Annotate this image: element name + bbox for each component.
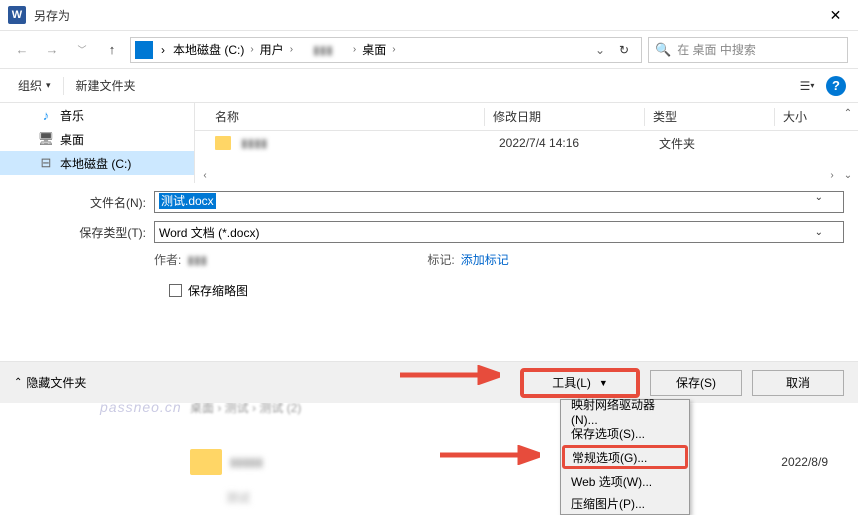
file-type: 文件夹 bbox=[651, 135, 781, 152]
main-area: ♪ 音乐 🖥 桌面 ⊟ 本地磁盘 (C:) ⌃ 名称 修改日期 类型 大小 ▮▮… bbox=[0, 103, 858, 183]
scroll-right-arrow[interactable]: › bbox=[824, 167, 840, 183]
footer: ⌃ 隐藏文件夹 工具(L) ▼ 保存(S) 取消 bbox=[0, 361, 858, 403]
chevron-down-icon: ▼ bbox=[599, 378, 608, 388]
dropdown-item-web-options[interactable]: Web 选项(W)... bbox=[561, 470, 689, 492]
file-name-redacted: ▮▮▮▮ bbox=[237, 136, 491, 150]
scroll-down-arrow[interactable]: ⌄ bbox=[840, 167, 856, 183]
column-name[interactable]: 名称 bbox=[195, 108, 485, 126]
tag-label: 标记: bbox=[427, 251, 454, 268]
add-tag-link[interactable]: 添加标记 bbox=[461, 251, 509, 268]
sidebar-item-label: 音乐 bbox=[60, 107, 84, 124]
titlebar: W 另存为 ✕ bbox=[0, 0, 858, 31]
organize-button[interactable]: 组织▾ bbox=[12, 73, 57, 98]
file-list: ⌃ 名称 修改日期 类型 大小 ▮▮▮▮ 2022/7/4 14:16 文件夹 … bbox=[195, 103, 858, 183]
sidebar-item-local-disk[interactable]: ⊟ 本地磁盘 (C:) bbox=[0, 151, 194, 175]
breadcrumb-sep: › bbox=[248, 44, 255, 55]
breadcrumb-sep: › bbox=[351, 44, 358, 55]
dropdown-item-map-network-drive[interactable]: 映射网络驱动器(N)... bbox=[561, 400, 689, 422]
filetype-select[interactable]: Word 文档 (*.docx) ⌄ bbox=[154, 221, 844, 243]
disk-icon bbox=[135, 41, 153, 59]
sidebar-item-music[interactable]: ♪ 音乐 bbox=[0, 103, 194, 127]
hide-folders-label: 隐藏文件夹 bbox=[26, 374, 86, 391]
column-type[interactable]: 类型 bbox=[645, 108, 775, 126]
word-app-icon: W bbox=[8, 6, 26, 24]
file-list-header: 名称 修改日期 类型 大小 bbox=[195, 103, 858, 131]
author-value-redacted[interactable]: ▮▮▮ bbox=[187, 253, 247, 267]
breadcrumb-item[interactable]: 本地磁盘 (C:) bbox=[169, 41, 248, 58]
window-title: 另存为 bbox=[34, 7, 813, 24]
breadcrumb-item-redacted[interactable]: ▮▮▮ bbox=[295, 43, 351, 57]
chevron-up-icon: ⌃ bbox=[14, 377, 22, 388]
breadcrumb-sep: › bbox=[157, 43, 169, 57]
dropdown-item-general-options[interactable]: 常规选项(G)... bbox=[562, 445, 688, 469]
annotation-arrow-2 bbox=[440, 445, 540, 465]
save-button[interactable]: 保存(S) bbox=[650, 370, 742, 396]
breadcrumb-item[interactable]: 桌面 bbox=[358, 41, 390, 58]
sidebar-item-label: 本地磁盘 (C:) bbox=[60, 155, 131, 172]
search-input[interactable]: 🔍 在 桌面 中搜索 bbox=[648, 37, 848, 63]
nav-up-button[interactable]: ↑ bbox=[100, 38, 124, 62]
tools-label: 工具(L) bbox=[552, 374, 591, 391]
watermark: passneo.cn bbox=[100, 399, 182, 415]
filetype-value: Word 文档 (*.docx) bbox=[159, 224, 259, 241]
form-area: 文件名(N): 测试.docx ⌄ 保存类型(T): Word 文档 (*.do… bbox=[0, 183, 858, 299]
thumbnail-checkbox[interactable] bbox=[169, 284, 182, 297]
filename-value: 测试.docx bbox=[159, 193, 216, 209]
view-options-button[interactable]: ☰▾ bbox=[796, 75, 818, 97]
file-date: 2022/7/4 14:16 bbox=[491, 136, 651, 150]
hide-folders-toggle[interactable]: ⌃ 隐藏文件夹 bbox=[14, 374, 86, 391]
chevron-down-icon[interactable]: ⌄ bbox=[815, 227, 823, 238]
nav-recent-button[interactable]: ﹀ bbox=[70, 38, 94, 62]
sidebar-item-label: 桌面 bbox=[60, 131, 84, 148]
background-item-redacted: ▮▮▮▮▮ bbox=[230, 455, 263, 469]
search-placeholder: 在 桌面 中搜索 bbox=[677, 41, 756, 58]
file-row[interactable]: ▮▮▮▮ 2022/7/4 14:16 文件夹 bbox=[195, 131, 858, 155]
cancel-button[interactable]: 取消 bbox=[752, 370, 844, 396]
chevron-down-icon[interactable]: ⌄ bbox=[815, 192, 823, 203]
sidebar-item-desktop[interactable]: 🖥 桌面 bbox=[0, 127, 194, 151]
filename-label: 文件名(N): bbox=[14, 194, 154, 211]
desktop-icon: 🖥 bbox=[38, 131, 54, 147]
help-button[interactable]: ? bbox=[826, 76, 846, 96]
background-item-redacted: 测试 bbox=[226, 489, 250, 506]
nav-back-button[interactable]: ← bbox=[10, 38, 34, 62]
breadcrumb-sep: › bbox=[390, 44, 397, 55]
disk-icon: ⊟ bbox=[38, 155, 54, 171]
toolbar: 组织▾ 新建文件夹 ☰▾ ? bbox=[0, 69, 858, 103]
sidebar: ♪ 音乐 🖥 桌面 ⊟ 本地磁盘 (C:) bbox=[0, 103, 195, 183]
filetype-label: 保存类型(T): bbox=[14, 224, 154, 241]
filename-input[interactable]: 测试.docx ⌄ bbox=[154, 191, 844, 213]
nav-forward-button: → bbox=[40, 38, 64, 62]
close-button[interactable]: ✕ bbox=[813, 0, 858, 31]
refresh-button[interactable]: ↻ bbox=[613, 43, 637, 57]
separator bbox=[63, 77, 64, 95]
author-label: 作者: bbox=[154, 251, 181, 268]
new-folder-button[interactable]: 新建文件夹 bbox=[70, 73, 142, 98]
folder-icon bbox=[215, 136, 231, 150]
breadcrumb-dropdown[interactable]: ⌄ bbox=[587, 43, 613, 57]
breadcrumb-item[interactable]: 用户 bbox=[256, 41, 288, 58]
tools-button[interactable]: 工具(L) ▼ bbox=[520, 368, 640, 398]
column-date[interactable]: 修改日期 bbox=[485, 108, 645, 126]
background-date: 2022/8/9 bbox=[781, 455, 828, 469]
search-icon: 🔍 bbox=[655, 42, 671, 58]
breadcrumb[interactable]: › 本地磁盘 (C:) › 用户 › ▮▮▮ › 桌面 › ⌄ ↻ bbox=[130, 37, 642, 63]
column-size[interactable]: 大小 bbox=[775, 108, 835, 125]
music-icon: ♪ bbox=[38, 107, 54, 123]
address-bar: ← → ﹀ ↑ › 本地磁盘 (C:) › 用户 › ▮▮▮ › 桌面 › ⌄ … bbox=[0, 31, 858, 69]
tools-dropdown-menu: 映射网络驱动器(N)... 保存选项(S)... 常规选项(G)... Web … bbox=[560, 399, 690, 515]
folder-icon bbox=[190, 449, 222, 475]
scroll-up-arrow[interactable]: ⌃ bbox=[840, 105, 856, 121]
scroll-left-arrow[interactable]: ‹ bbox=[197, 167, 213, 183]
breadcrumb-sep: › bbox=[288, 44, 295, 55]
thumbnail-label: 保存缩略图 bbox=[188, 282, 248, 299]
